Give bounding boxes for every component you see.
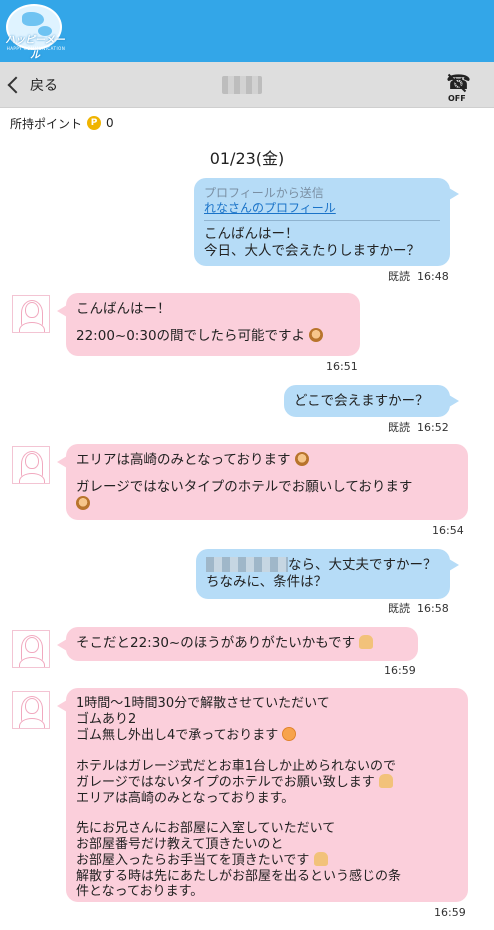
message-text: エリアは高崎のみとなっております [76, 452, 291, 468]
points-value: 0 [106, 116, 114, 130]
points-balance: 所持ポイント P 0 [10, 114, 114, 132]
message-text: こんばんはー！ [76, 301, 171, 317]
message-text: ちなみに、条件は？ [206, 574, 328, 590]
message-time: 16:52 [417, 421, 449, 434]
back-button[interactable]: 戻る [6, 73, 58, 97]
back-label: 戻る [30, 78, 58, 94]
read-receipt: 既読 [388, 270, 410, 283]
voice-call-toggle[interactable]: ☎ OFF [442, 70, 474, 104]
message-outgoing: なら、大丈夫ですかー？ ちなみに、条件は？ [196, 549, 459, 599]
avatar-icon[interactable] [12, 691, 50, 729]
logo-subtext: HAPPY COMMUNICATION [6, 46, 66, 51]
message-time: 16:58 [417, 602, 449, 615]
emoji-woman-icon [309, 328, 324, 342]
message-meta: 既読 16:48 [388, 268, 449, 284]
message-text: どこで会えますかー？ [294, 393, 429, 409]
chevron-left-icon [7, 76, 25, 94]
message-text: 22:00~0:30の間でしたら可能ですよ [76, 328, 306, 344]
message-text: ゴムあり2 [76, 711, 137, 727]
date-separator: 01/23(金) [209, 149, 285, 168]
message-text: お部屋入ったらお手当てを頂きたいです [76, 853, 310, 868]
avatar-icon[interactable] [12, 295, 50, 333]
emoji-woman-icon [294, 452, 309, 466]
message-meta: 既読 16:58 [388, 600, 449, 616]
read-receipt: 既読 [388, 602, 410, 615]
message-time: 16:59 [434, 906, 466, 919]
message-outgoing: プロフィールから送信 れなさんのプロフィール こんばんはー！ 今日、大人で会えた… [194, 178, 459, 266]
message-text: なら、大丈夫ですかー？ [288, 557, 437, 573]
message-text: 解散する時は先にあたしがお部屋を出るという感じの条 [76, 868, 402, 884]
message-outgoing: どこで会えますかー？ [284, 385, 459, 417]
message-text: 1時間～1時間30分で解散させていただいて [76, 696, 330, 711]
message-incoming: 1時間～1時間30分で解散させていただいて ゴムあり2 ゴム無し外出し4で承って… [57, 688, 468, 902]
happymail-logo[interactable]: ハッピーメール HAPPY COMMUNICATION [4, 4, 65, 61]
message-text: 件となっております。 [76, 884, 204, 899]
read-receipt: 既読 [388, 421, 410, 434]
message-text: 今日、大人で会えたりしますかー？ [204, 243, 420, 259]
redacted-place [206, 557, 288, 572]
message-text: こんばんはー！ [204, 226, 299, 242]
app-header: ハッピーメール HAPPY COMMUNICATION [0, 0, 494, 62]
partner-name-redacted [222, 76, 262, 94]
message-text: ガレージではないタイプのホテルでお願い致します [76, 775, 375, 790]
profile-link[interactable]: れなさんのプロフィール [204, 201, 440, 216]
emoji-woman-icon [76, 496, 90, 510]
avatar-icon[interactable] [12, 630, 50, 668]
message-text: 先にお兄さんにお部屋に入室していただいて [76, 821, 336, 836]
coin-icon: P [87, 116, 102, 130]
points-label: 所持ポイント [10, 116, 83, 131]
profile-send-header: プロフィールから送信 [204, 186, 324, 200]
message-incoming: エリアは高崎のみとなっております ガレージではないタイプのホテルでお願いしており… [57, 444, 468, 520]
message-text: そこだと22:30~のほうがありがたいかもです [76, 635, 356, 651]
message-text: ゴム無し外出し4で承っております [76, 728, 279, 743]
message-text: エリアは高崎のみとなっております。 [76, 790, 295, 806]
message-text: ガレージではないタイプのホテルでお願いしております [76, 479, 413, 495]
message-time: 16:48 [417, 270, 449, 283]
emoji-pray-hands-icon [359, 635, 374, 649]
message-meta: 既読 16:52 [388, 419, 449, 435]
message-time: 16:51 [326, 360, 358, 373]
message-text: ホテルはガレージ式だとお車1台しか止められないので [76, 758, 397, 774]
chat-navbar: 戻る ☎ OFF [0, 62, 494, 108]
message-incoming: そこだと22:30~のほうがありがたいかもです [57, 627, 418, 661]
message-text: お部屋番号だけ教えて頂きたいのと [76, 836, 284, 852]
message-time: 16:54 [432, 524, 464, 537]
emoji-pray-hands-icon [378, 774, 393, 788]
emoji-raised-hands-icon [313, 852, 328, 866]
avatar-icon[interactable] [12, 446, 50, 484]
message-incoming: こんばんはー！ 22:00~0:30の間でしたら可能ですよ [57, 293, 360, 356]
call-status-label: OFF [448, 94, 466, 103]
emoji-smile-icon [282, 727, 297, 741]
message-time: 16:59 [384, 664, 416, 677]
